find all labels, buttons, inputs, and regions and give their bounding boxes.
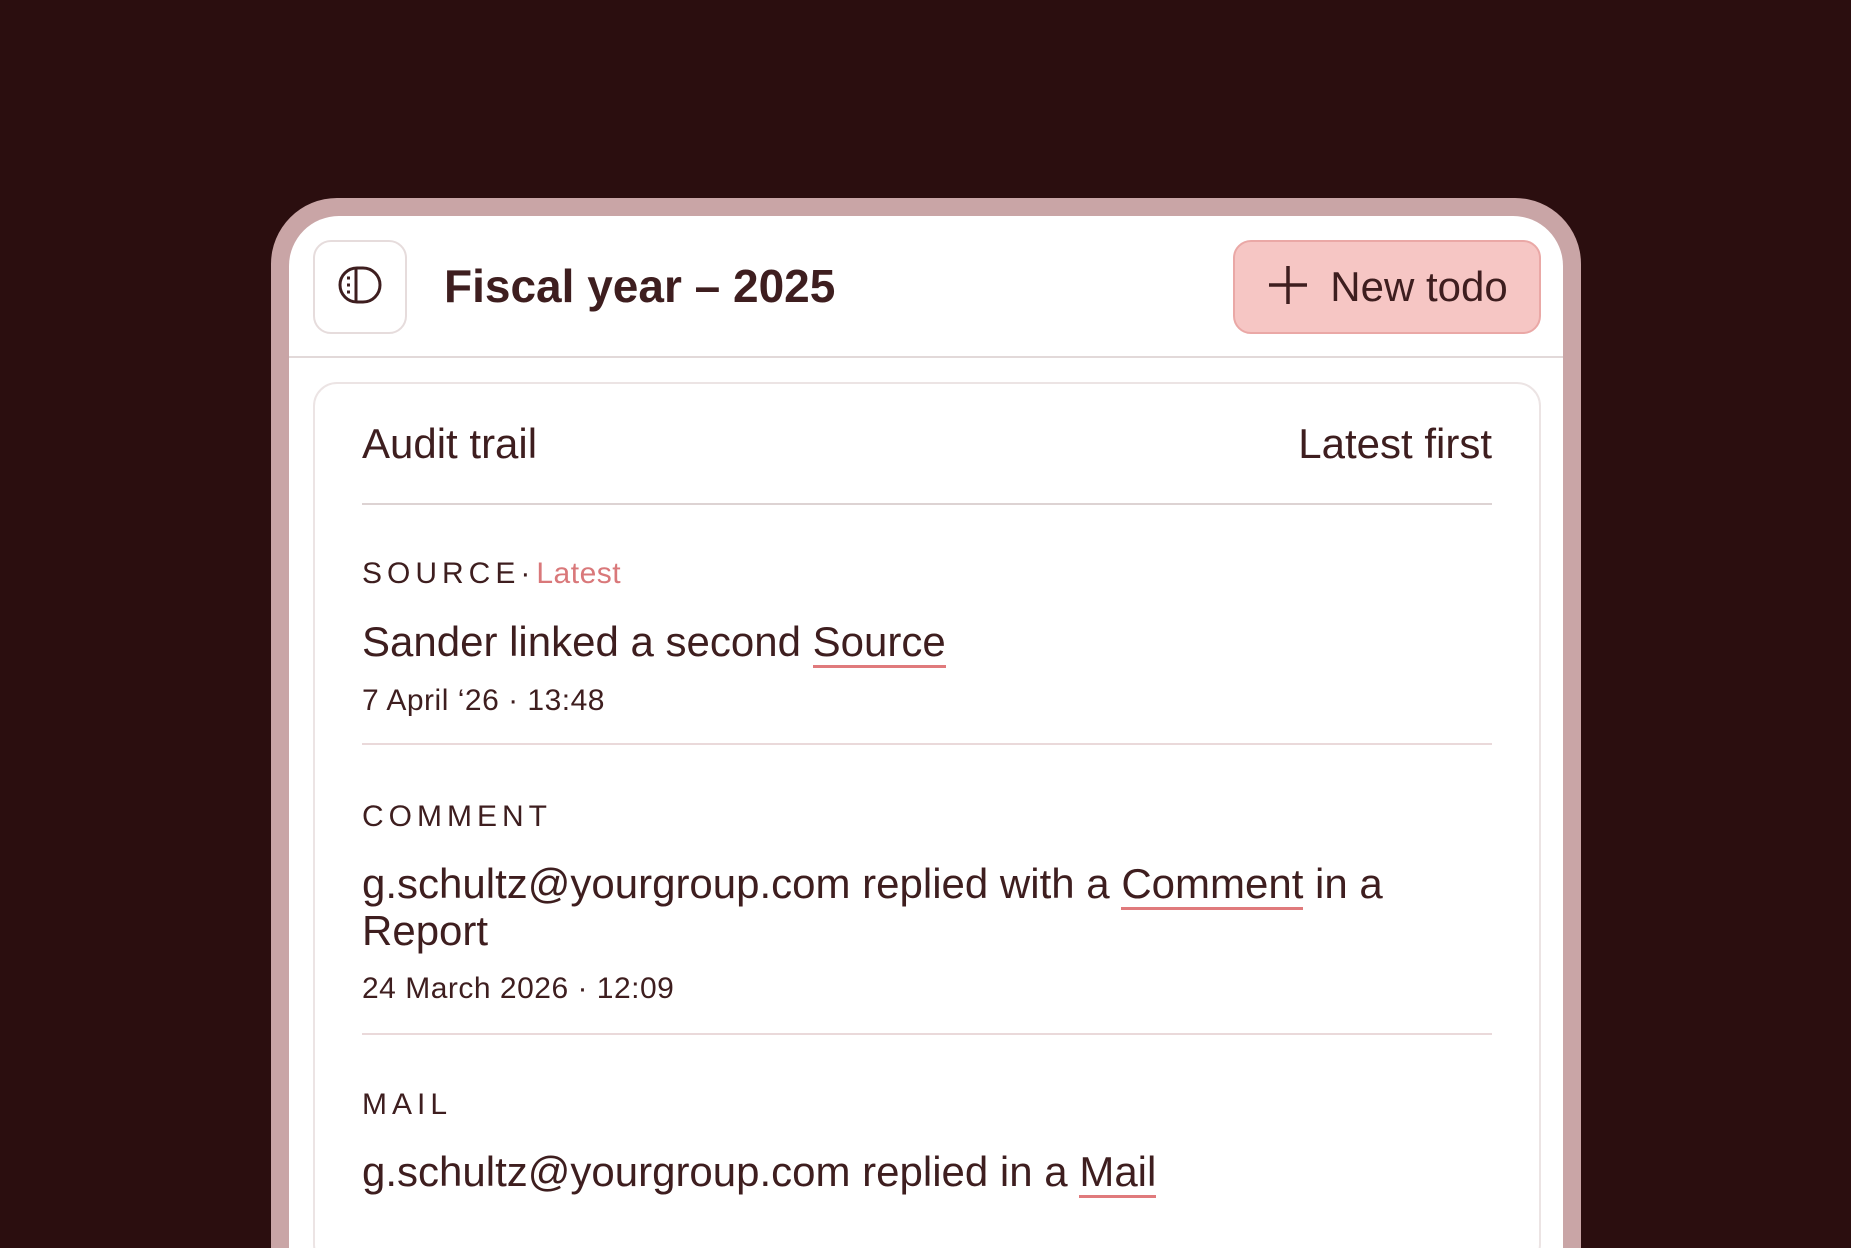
audit-trail-title: Audit trail <box>362 420 538 467</box>
entry-description: g.schultz@yourgroup.com replied with a C… <box>362 860 1492 954</box>
new-todo-label: New todo <box>1330 263 1508 310</box>
sidebar-toggle-button[interactable] <box>313 240 407 334</box>
latest-badge: Latest <box>536 557 622 590</box>
entry-text-before: Sander linked a second <box>362 618 813 665</box>
audit-trail-card: Audit trail Latest first SOURCE· Latest S… <box>313 382 1541 1248</box>
app-screen: Fiscal year – 2025 New todo Audit trail … <box>289 216 1563 1248</box>
entry-description: Sander linked a second Source <box>362 618 1492 668</box>
sidebar-toggle-icon <box>338 265 382 310</box>
device-frame: Fiscal year – 2025 New todo Audit trail … <box>271 198 1581 1248</box>
entry-text-before: g.schultz@yourgroup.com replied with a <box>362 860 1122 907</box>
entry-link-comment[interactable]: Comment <box>1121 860 1304 910</box>
sort-order-toggle[interactable]: Latest first <box>1298 418 1492 470</box>
entry-timestamp: 24 March 2026 · 12:09 <box>362 972 675 1005</box>
audit-entry: MAIL g.schultz@yourgroup.com replied in … <box>362 1037 1492 1248</box>
entry-text-before: g.schultz@yourgroup.com replied in a <box>362 1148 1080 1195</box>
entry-type-label: COMMENT <box>362 800 552 833</box>
entry-link-mail[interactable]: Mail <box>1079 1148 1157 1198</box>
entry-timestamp: 7 April ‘26 · 13:48 <box>362 684 605 717</box>
plus-icon <box>1266 263 1310 312</box>
entry-type-label: MAIL <box>362 1088 453 1121</box>
audit-trail-header: Audit trail Latest first <box>362 384 1492 505</box>
entry-type-label: SOURCE· Latest <box>362 556 621 592</box>
entry-type: SOURCE <box>362 557 521 590</box>
app-header: Fiscal year – 2025 New todo <box>289 216 1563 358</box>
separator-dot: · <box>520 557 531 590</box>
audit-entry: SOURCE· Latest Sander linked a second Sou… <box>362 505 1492 745</box>
entry-description: g.schultz@yourgroup.com replied in a Mai… <box>362 1148 1492 1198</box>
entry-link-source[interactable]: Source <box>812 618 946 668</box>
new-todo-button[interactable]: New todo <box>1233 240 1541 334</box>
page-title: Fiscal year – 2025 <box>444 260 836 312</box>
audit-entry: COMMENT g.schultz@yourgroup.com replied … <box>362 747 1492 1035</box>
